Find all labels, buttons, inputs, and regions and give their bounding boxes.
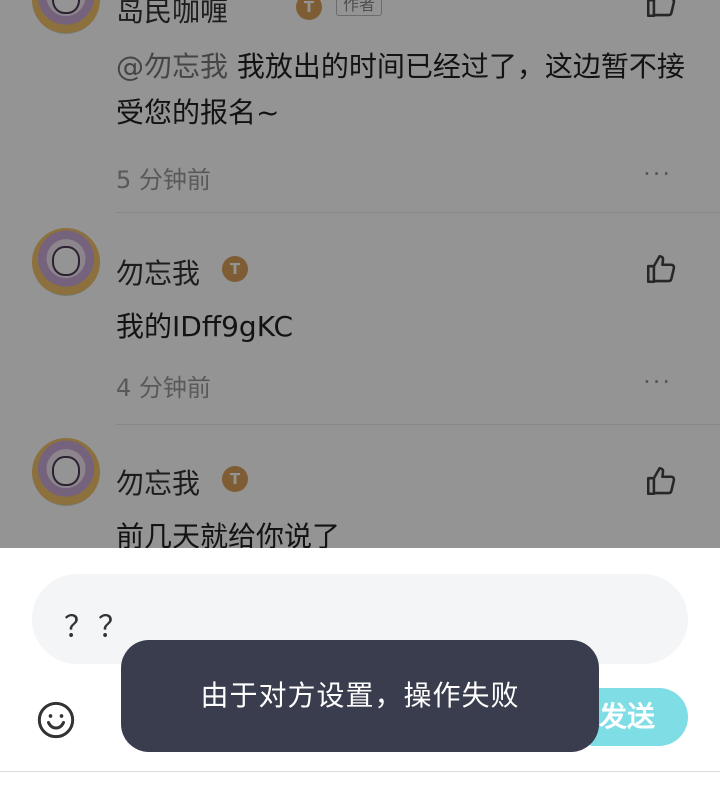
- comment-text: @勿忘我 我放出的时间已经过了，这边暂不接受您的报名~: [116, 50, 685, 129]
- avatar[interactable]: [32, 228, 100, 296]
- mention-link[interactable]: @勿忘我: [116, 50, 228, 83]
- avatar[interactable]: [32, 438, 100, 506]
- thumbs-up-icon[interactable]: [644, 464, 678, 498]
- comment-author-name[interactable]: 勿忘我: [116, 252, 200, 292]
- more-dots-icon[interactable]: ···: [643, 368, 672, 396]
- level-badge: T: [222, 466, 248, 492]
- smiley-icon[interactable]: [36, 700, 76, 740]
- comment-author-name[interactable]: 岛民咖喱: [116, 0, 228, 30]
- author-tag: 作者: [336, 0, 383, 16]
- level-badge: T: [296, 0, 322, 20]
- divider: [116, 424, 720, 425]
- comment-time: 4 分钟前: [116, 374, 211, 402]
- divider: [116, 212, 720, 213]
- comment-list: 岛民咖喱 T 作者 @勿忘我 我放出的时间已经过了，这边暂不接受您的报名~ 5 …: [0, 0, 720, 548]
- level-badge: T: [222, 256, 248, 282]
- comment-text: 前几天就给你说了: [116, 520, 341, 548]
- divider: [0, 771, 720, 772]
- thumbs-up-icon[interactable]: [644, 0, 678, 20]
- comment-text: 我的IDff9gKC: [116, 310, 294, 343]
- comment-time: 5 分钟前: [116, 166, 211, 194]
- toast-message: 由于对方设置，操作失败: [121, 640, 599, 752]
- avatar[interactable]: [32, 0, 100, 34]
- thumbs-up-icon[interactable]: [644, 252, 678, 286]
- comment-author-name[interactable]: 勿忘我: [116, 462, 200, 502]
- more-dots-icon[interactable]: ···: [643, 160, 672, 188]
